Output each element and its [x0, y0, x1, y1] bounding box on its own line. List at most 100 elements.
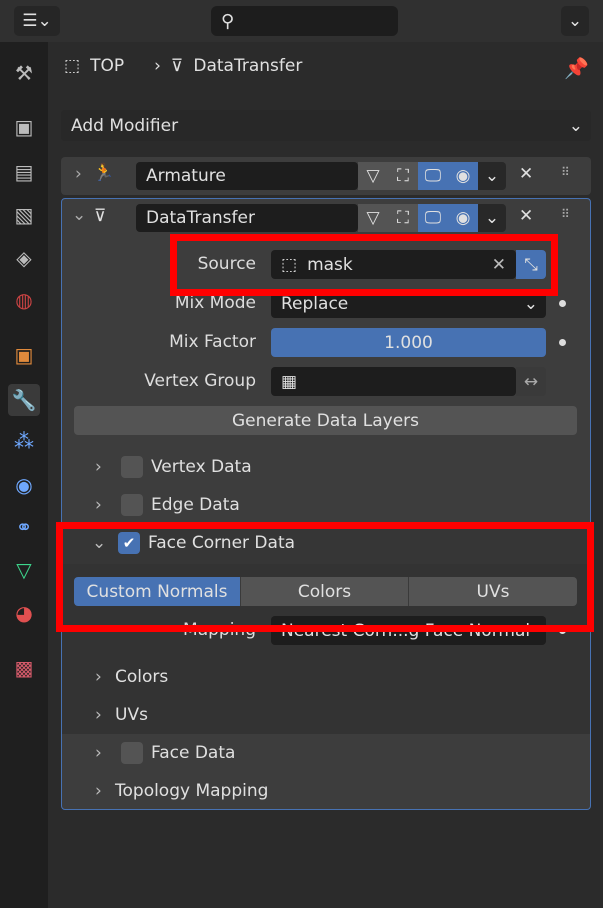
monitor-icon: 🖵: [424, 166, 442, 186]
tab-constraints[interactable]: ⚭: [8, 511, 40, 543]
chevron-right-icon: ›: [95, 495, 102, 515]
search-input[interactable]: ⚲: [211, 6, 398, 36]
chevron-down-icon: ⌄: [567, 11, 583, 31]
tab-modifiers[interactable]: 🔧: [8, 384, 40, 416]
drag-handle-icon[interactable]: ⠿: [561, 207, 570, 221]
colors-section[interactable]: › Colors: [95, 667, 168, 687]
image-icon: ▧: [14, 203, 34, 227]
tool-icon: ⚒: [15, 61, 33, 85]
mix-factor-slider[interactable]: 1.000: [271, 328, 546, 357]
camera-icon: ◉: [455, 166, 471, 186]
tab-object[interactable]: ▣: [8, 339, 40, 371]
chevron-down-icon: ⌄: [484, 166, 500, 186]
mix-mode-value: Replace: [281, 293, 349, 314]
mesh-data-icon: ▽: [16, 558, 32, 582]
highlight-source: [170, 234, 558, 296]
chevron-down-icon: ⌄: [523, 293, 538, 314]
printer-icon: ▤: [14, 160, 34, 184]
chevron-right-icon[interactable]: ›: [75, 164, 82, 184]
extras-dropdown[interactable]: ⌄: [478, 204, 506, 232]
drag-handle-icon[interactable]: ⠿: [561, 165, 570, 179]
vertex-data-section[interactable]: › Vertex Data: [95, 456, 252, 478]
tab-render[interactable]: ▣: [8, 111, 40, 143]
monitor-icon: 🖵: [424, 208, 442, 228]
tab-tool[interactable]: ⚒: [8, 57, 40, 89]
constraints-icon: ⚭: [15, 515, 33, 539]
cage-icon: ⛶: [397, 208, 409, 228]
modifier-name: DataTransfer: [146, 208, 255, 228]
extras-dropdown[interactable]: ⌄: [478, 162, 506, 190]
edit-mode-icon: ▽: [366, 166, 380, 186]
physics-icon: ◉: [15, 473, 33, 497]
datatransfer-icon: ⊽: [94, 206, 107, 226]
chevron-right-icon: ›: [95, 743, 102, 763]
armature-icon: 🏃: [93, 163, 115, 183]
tab-output[interactable]: ▤: [8, 156, 40, 188]
chevron-right-icon: ›: [154, 56, 161, 76]
tab-material[interactable]: ◕: [8, 597, 40, 629]
tab-data[interactable]: ▽: [8, 554, 40, 586]
modifier-name-input[interactable]: DataTransfer: [136, 204, 358, 232]
properties-tabs: ⚒ ▣ ▤ ▧ ◈ ◍ ▣ 🔧 ⁂ ◉ ⚭ ▽ ◕ ▩: [0, 42, 48, 908]
face-data-checkbox[interactable]: [121, 742, 143, 764]
vertex-group-field[interactable]: ▦: [271, 367, 516, 396]
close-icon[interactable]: ✕: [519, 164, 533, 184]
cage-toggle[interactable]: ⛶: [388, 162, 418, 190]
uvs-section[interactable]: › UVs: [95, 705, 148, 725]
modifier-icon: ⊽: [170, 56, 184, 76]
vertex-data-label: Vertex Data: [151, 457, 252, 477]
wrench-icon: 🔧: [11, 388, 37, 412]
invert-toggle[interactable]: ↔: [516, 367, 546, 396]
editor-type-button[interactable]: ☰⌄: [14, 6, 60, 36]
options-dropdown[interactable]: ⌄: [561, 6, 589, 36]
edit-mode-toggle[interactable]: ▽: [358, 162, 388, 190]
render-icon: ▣: [14, 115, 34, 139]
mix-factor-label: Mix Factor: [169, 332, 256, 352]
modifier-name-input[interactable]: Armature: [136, 162, 358, 190]
face-data-label: Face Data: [151, 743, 236, 763]
tab-physics[interactable]: ◉: [8, 469, 40, 501]
render-toggle[interactable]: ◉: [448, 162, 478, 190]
tab-view-layer[interactable]: ▧: [8, 199, 40, 231]
keyframe-dot[interactable]: [559, 339, 566, 346]
edit-mode-toggle[interactable]: ▽: [358, 204, 388, 232]
mix-mode-label: Mix Mode: [174, 293, 256, 313]
viewport-toggle[interactable]: 🖵: [418, 162, 448, 190]
colors-label: Colors: [115, 667, 169, 687]
search-icon: ⚲: [221, 10, 235, 32]
edge-data-section[interactable]: › Edge Data: [95, 494, 240, 516]
editor-type-icon: ☰⌄: [22, 11, 52, 31]
vertex-data-checkbox[interactable]: [121, 456, 143, 478]
cage-toggle[interactable]: ⛶: [388, 204, 418, 232]
pin-icon[interactable]: 📌: [564, 56, 589, 80]
add-modifier-dropdown[interactable]: Add Modifier ⌄: [61, 110, 591, 141]
tab-particles[interactable]: ⁂: [8, 425, 40, 457]
breadcrumb: ⬚ TOP › ⊽ DataTransfer: [64, 56, 302, 76]
particles-icon: ⁂: [14, 429, 34, 453]
chevron-down-icon[interactable]: ⌄: [72, 205, 86, 225]
viewport-toggle[interactable]: 🖵: [418, 204, 448, 232]
edge-data-label: Edge Data: [151, 495, 240, 515]
breadcrumb-modifier: DataTransfer: [193, 56, 303, 76]
tab-texture[interactable]: ▩: [8, 652, 40, 684]
close-icon[interactable]: ✕: [519, 206, 533, 226]
object-icon: ▣: [14, 343, 34, 367]
chevron-right-icon: ›: [95, 457, 102, 477]
camera-icon: ◉: [455, 208, 471, 228]
uvs-label: UVs: [115, 705, 148, 725]
generate-data-layers-button[interactable]: Generate Data Layers: [74, 406, 577, 435]
tab-scene[interactable]: ◈: [8, 242, 40, 274]
render-toggle[interactable]: ◉: [448, 204, 478, 232]
chevron-down-icon: ⌄: [568, 115, 583, 136]
chevron-right-icon: ›: [95, 705, 102, 725]
cage-icon: ⛶: [397, 166, 409, 186]
keyframe-dot[interactable]: [559, 300, 566, 307]
highlight-face-corner: [56, 522, 594, 632]
arrows-horizontal-icon: ↔: [523, 371, 539, 392]
topology-mapping-section[interactable]: › Topology Mapping: [95, 781, 268, 801]
topology-mapping-label: Topology Mapping: [115, 781, 269, 801]
material-icon: ◕: [15, 601, 33, 625]
face-data-section[interactable]: › Face Data: [95, 742, 235, 764]
tab-world[interactable]: ◍: [8, 284, 40, 316]
edge-data-checkbox[interactable]: [121, 494, 143, 516]
